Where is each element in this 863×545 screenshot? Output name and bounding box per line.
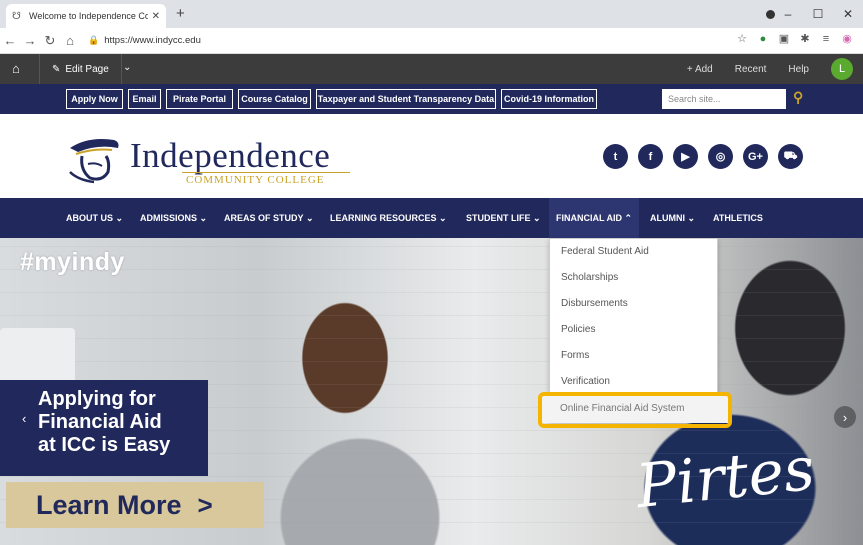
chevron-right-icon: > [197,489,213,520]
back-icon[interactable]: ← [0,33,20,48]
window-controls: – ☐ ✕ [773,0,863,28]
twitter-icon[interactable]: t [603,144,628,169]
favicon-icon: ☋ [12,10,21,22]
tab-title: Welcome to Independence Comm [29,11,148,21]
nav-areas-of-study[interactable]: AREAS OF STUDY ⌄ [224,198,314,238]
nav-athletics[interactable]: ATHLETICS [713,198,763,238]
bookmark-star-icon[interactable]: ☆ [736,32,748,45]
youtube-icon[interactable]: ▶ [673,144,698,169]
google-plus-icon[interactable]: G+ [743,144,768,169]
extension-leaf-icon[interactable]: ● [757,33,769,45]
pirate-portal-button[interactable]: Pirate Portal [166,89,233,109]
apply-now-button[interactable]: Apply Now [66,89,123,109]
address-bar: ← → ↻ ⌂ 🔒 https://www.indycc.edu ☆ ● ▣ ✱… [0,28,863,54]
nav-label: FINANCIAL AID [556,213,622,223]
logo-divider [182,172,350,173]
pirate-logo-icon[interactable] [68,134,124,184]
nav-label: ALUMNI [650,213,685,223]
nav-admissions[interactable]: ADMISSIONS ⌄ [140,198,207,238]
cms-toolbar: ⌂ ✎ Edit Page ⌄ + Add Recent Help L [0,54,863,84]
new-tab-button[interactable]: + [176,5,185,22]
lock-icon: 🔒 [88,35,100,45]
hero-banner: #myindy Applying for Financial Aid at IC… [0,238,863,545]
cart-icon[interactable]: ⛟ [778,144,803,169]
nav-label: STUDENT LIFE [466,213,531,223]
menu-item-disbursements[interactable]: Disbursements [561,298,628,309]
url-field[interactable]: 🔒 https://www.indycc.edu [88,32,201,50]
browser-tab[interactable]: ☋ Welcome to Independence Comm ✕ [6,4,166,28]
promo-line: Financial Aid [38,411,162,433]
promo-text: Applying for Financial Aid at ICC is Eas… [38,388,208,457]
browser-tab-bar: ☋ Welcome to Independence Comm ✕ + – ☐ ✕ [0,0,863,28]
carousel-prev-icon[interactable]: ‹ [22,411,26,426]
hashtag-text: #myindy [20,248,125,276]
tab-close-icon[interactable]: ✕ [152,11,160,22]
user-avatar[interactable]: L [831,58,853,80]
search-input[interactable]: Search site... [662,89,786,109]
nav-about-us[interactable]: ABOUT US ⌄ [66,198,123,238]
laptop-shape [0,328,75,388]
nav-label: AREAS OF STUDY [224,213,304,223]
menu-item-policies[interactable]: Policies [561,324,595,335]
main-navigation: ABOUT US ⌄ ADMISSIONS ⌄ AREAS OF STUDY ⌄… [0,198,863,238]
nav-label: LEARNING RESOURCES [330,213,437,223]
highlight-outline [538,392,732,428]
promo-box: Applying for Financial Aid at ICC is Eas… [0,380,208,476]
extensions-puzzle-icon[interactable]: ✱ [799,32,811,45]
social-links: t f ▶ ◎ G+ ⛟ [603,144,803,169]
chevron-down-icon[interactable]: ⌄ [123,62,131,73]
help-button[interactable]: Help [788,64,809,75]
add-button[interactable]: + Add [687,64,713,75]
cms-right-actions: + Add Recent Help L [687,54,853,84]
close-window-button[interactable]: ✕ [833,7,863,21]
menu-item-forms[interactable]: Forms [561,350,589,361]
instagram-icon[interactable]: ◎ [708,144,733,169]
college-subtitle: COMMUNITY COLLEGE [186,174,325,186]
nav-learning-resources[interactable]: LEARNING RESOURCES ⌄ [330,198,447,238]
covid-info-button[interactable]: Covid-19 Information [501,89,597,109]
nav-label: ABOUT US [66,213,113,223]
url-text: https://www.indycc.edu [104,35,201,46]
nav-financial-aid[interactable]: FINANCIAL AID ⌃ [549,198,640,238]
transparency-data-button[interactable]: Taxpayer and Student Transparency Data [316,89,496,109]
pencil-icon: ✎ [52,63,61,75]
reading-list-icon[interactable]: ≡ [820,33,832,45]
menu-item-verification[interactable]: Verification [561,376,610,387]
extension-icons: ☆ ● ▣ ✱ ≡ ◉ [736,32,853,46]
maximize-button[interactable]: ☐ [803,7,833,21]
nav-label: ATHLETICS [713,213,763,223]
nav-student-life[interactable]: STUDENT LIFE ⌄ [466,198,541,238]
search-icon[interactable]: ⚲ [793,89,803,106]
nav-alumni[interactable]: ALUMNI ⌄ [650,198,695,238]
home-icon[interactable]: ⌂ [60,33,80,48]
forward-icon[interactable]: → [20,33,40,48]
email-button[interactable]: Email [128,89,161,109]
carousel-next-icon[interactable]: › [834,406,856,428]
facebook-icon[interactable]: f [638,144,663,169]
menu-item-scholarships[interactable]: Scholarships [561,272,618,283]
cms-home-icon[interactable]: ⌂ [12,61,20,76]
minimize-button[interactable]: – [773,7,803,21]
utility-bar: Apply Now Email Pirate Portal Course Cat… [0,84,863,114]
nav-label: ADMISSIONS [140,213,198,223]
college-name[interactable]: Independence [130,136,330,176]
course-catalog-button[interactable]: Course Catalog [238,89,311,109]
learn-more-button[interactable]: Learn More > [6,482,264,528]
profile-avatar-icon[interactable]: ◉ [841,32,853,45]
learn-more-label: Learn More [36,489,182,520]
promo-line: at ICC is Easy [38,434,171,456]
edit-page-label: Edit Page [65,63,109,75]
extension-cast-icon[interactable]: ▣ [778,32,790,45]
edit-page-button[interactable]: ✎ Edit Page [39,54,122,84]
reload-icon[interactable]: ↻ [40,33,60,49]
promo-line: Applying for [38,388,156,410]
recent-button[interactable]: Recent [735,64,767,75]
menu-item-federal-student-aid[interactable]: Federal Student Aid [561,246,649,257]
site-header: Independence COMMUNITY COLLEGE t f ▶ ◎ G… [0,114,863,198]
